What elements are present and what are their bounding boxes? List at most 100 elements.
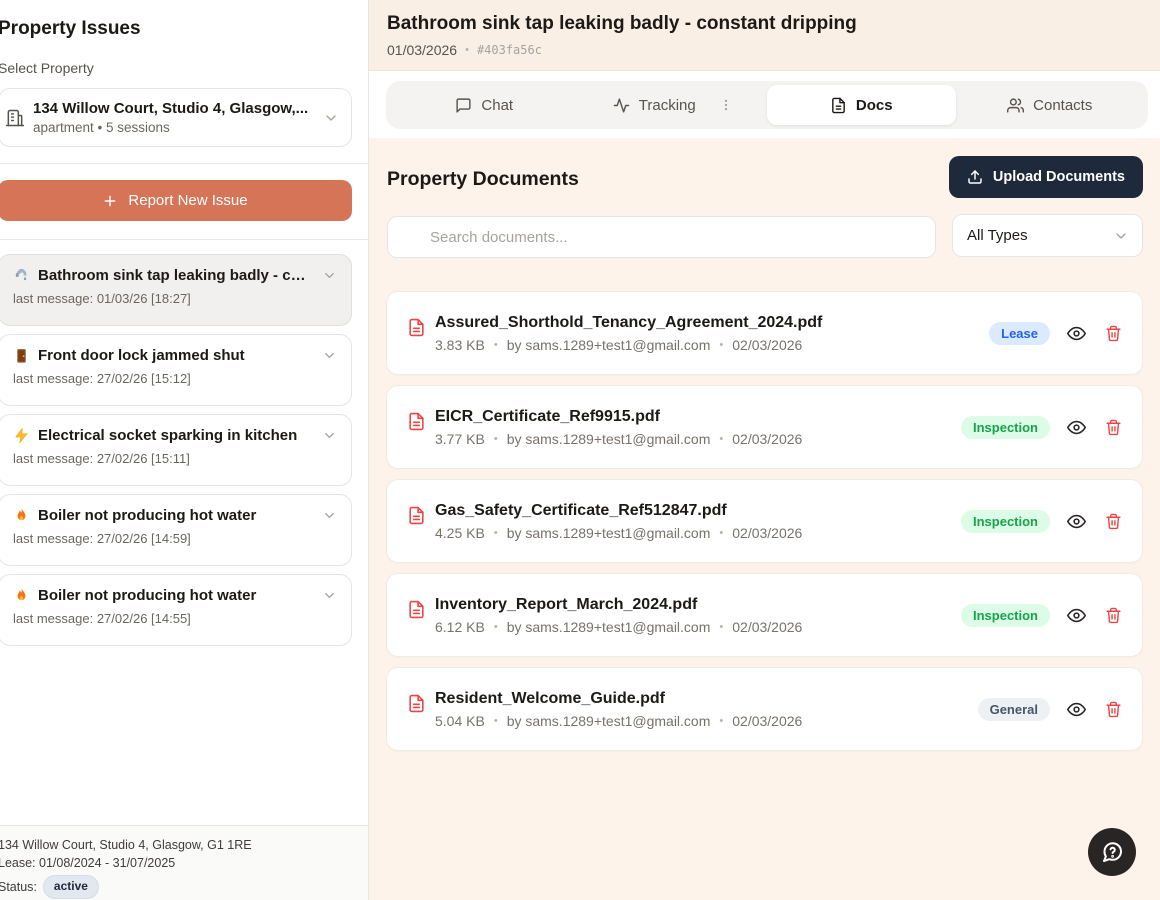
document-type-badge: Inspection	[961, 604, 1050, 627]
issues-sidebar: Property Issues Select Property 134 Will…	[0, 0, 369, 900]
report-new-issue-button[interactable]: Report New Issue	[0, 180, 352, 221]
help-bubble-icon	[1100, 840, 1124, 864]
tab-icon	[455, 97, 472, 114]
property-name: 134 Willow Court, Studio 4, Glasgow,...	[33, 100, 323, 117]
document-date: 02/03/2026	[732, 431, 802, 447]
separator-dot: •	[494, 339, 498, 351]
document-name: EICR_Certificate_Ref9915.pdf	[435, 408, 961, 426]
help-button[interactable]	[1088, 828, 1136, 876]
issue-card[interactable]: Boiler not producing hot water last mess…	[0, 494, 352, 566]
building-icon	[5, 108, 25, 128]
separator-dot: •	[719, 339, 723, 351]
document-meta: 3.77 KB • by sams.1289+test1@gmail.com •…	[435, 431, 961, 447]
document-date: 02/03/2026	[732, 619, 802, 635]
issue-card[interactable]: Bathroom sink tap leaking badly - consta…	[0, 254, 352, 326]
document-date: 02/03/2026	[732, 525, 802, 541]
tab[interactable]: Contacts	[956, 85, 1145, 125]
eye-icon	[1067, 700, 1086, 719]
delete-document-button[interactable]	[1105, 606, 1122, 624]
issue-card[interactable]: Electrical socket sparking in kitchen la…	[0, 414, 352, 486]
document-uploader: by sams.1289+test1@gmail.com	[507, 337, 711, 353]
chevron-down-icon[interactable]	[322, 508, 337, 523]
tab-band: Chat Tracking Docs Contacts	[369, 71, 1160, 138]
view-document-button[interactable]	[1067, 606, 1086, 625]
document-uploader: by sams.1289+test1@gmail.com	[507, 619, 711, 635]
view-document-button[interactable]	[1067, 418, 1086, 437]
chevron-down-icon[interactable]	[322, 588, 337, 603]
issue-title: Front door lock jammed shut	[38, 347, 314, 364]
document-type-badge: Inspection	[961, 510, 1050, 533]
tab-label: Chat	[481, 97, 513, 114]
tab-label: Docs	[856, 97, 893, 114]
document-meta: 5.04 KB • by sams.1289+test1@gmail.com •…	[435, 713, 978, 729]
issue-card[interactable]: Front door lock jammed shut last message…	[0, 334, 352, 406]
more-vertical-icon[interactable]	[719, 98, 733, 112]
view-document-button[interactable]	[1067, 512, 1086, 531]
document-name: Gas_Safety_Certificate_Ref512847.pdf	[435, 502, 961, 520]
document-row[interactable]: Resident_Welcome_Guide.pdf 5.04 KB • by …	[386, 667, 1143, 751]
document-date: 02/03/2026	[732, 713, 802, 729]
footer-address: 134 Willow Court, Studio 4, Glasgow, G1 …	[0, 836, 352, 854]
status-badge: active	[43, 875, 99, 898]
document-date: 02/03/2026	[732, 337, 802, 353]
chevron-down-icon[interactable]	[322, 428, 337, 443]
document-name: Inventory_Report_March_2024.pdf	[435, 596, 961, 614]
separator-dot: •	[719, 715, 723, 727]
tab-icon	[1007, 97, 1024, 114]
separator-dot: •	[494, 527, 498, 539]
pdf-file-icon	[407, 600, 426, 619]
issue-card[interactable]: Boiler not producing hot water last mess…	[0, 574, 352, 646]
document-row[interactable]: Inventory_Report_March_2024.pdf 6.12 KB …	[386, 573, 1143, 657]
document-type-badge: General	[978, 698, 1050, 721]
view-document-button[interactable]	[1067, 700, 1086, 719]
tab[interactable]: Chat	[390, 85, 579, 125]
issue-last-message: last message: 27/02/26 [14:59]	[13, 531, 337, 546]
tab-icon	[830, 97, 847, 114]
document-size: 4.25 KB	[435, 525, 485, 541]
issue-icon	[13, 427, 30, 444]
separator-dot: •	[494, 433, 498, 445]
chevron-down-icon	[323, 110, 339, 126]
document-name: Resident_Welcome_Guide.pdf	[435, 690, 978, 708]
footer-status-label: Status:	[0, 878, 37, 896]
document-uploader: by sams.1289+test1@gmail.com	[507, 431, 711, 447]
issue-last-message: last message: 27/02/26 [15:11]	[13, 451, 337, 466]
issue-icon	[13, 267, 30, 284]
upload-documents-button[interactable]: Upload Documents	[949, 156, 1143, 198]
document-uploader: by sams.1289+test1@gmail.com	[507, 525, 711, 541]
tab-label: Contacts	[1033, 97, 1092, 114]
tab-bar: Chat Tracking Docs Contacts	[386, 81, 1148, 129]
delete-document-button[interactable]	[1105, 700, 1122, 718]
delete-document-button[interactable]	[1105, 324, 1122, 342]
footer-lease: Lease: 01/08/2024 - 31/07/2025	[0, 854, 352, 872]
tab[interactable]: Tracking	[579, 85, 768, 125]
pdf-file-icon	[407, 412, 426, 431]
chevron-down-icon[interactable]	[322, 268, 337, 283]
search-documents-input[interactable]	[387, 216, 936, 258]
document-meta: 4.25 KB • by sams.1289+test1@gmail.com •…	[435, 525, 961, 541]
document-row[interactable]: EICR_Certificate_Ref9915.pdf 3.77 KB • b…	[386, 385, 1143, 469]
separator-dot: •	[465, 44, 469, 56]
report-new-issue-label: Report New Issue	[128, 192, 247, 209]
tab-label: Tracking	[639, 97, 696, 114]
document-type-badge: Lease	[989, 322, 1050, 345]
issue-last-message: last message: 27/02/26 [14:55]	[13, 611, 337, 626]
document-row[interactable]: Assured_Shorthold_Tenancy_Agreement_2024…	[386, 291, 1143, 375]
property-selector[interactable]: 134 Willow Court, Studio 4, Glasgow,... …	[0, 88, 352, 147]
eye-icon	[1067, 606, 1086, 625]
upload-documents-label: Upload Documents	[993, 169, 1125, 185]
document-name: Assured_Shorthold_Tenancy_Agreement_2024…	[435, 314, 989, 332]
separator-dot: •	[719, 527, 723, 539]
tab[interactable]: Docs	[767, 85, 956, 125]
document-row[interactable]: Gas_Safety_Certificate_Ref512847.pdf 4.2…	[386, 479, 1143, 563]
delete-document-button[interactable]	[1105, 512, 1122, 530]
delete-document-button[interactable]	[1105, 418, 1122, 436]
eye-icon	[1067, 324, 1086, 343]
eye-icon	[1067, 512, 1086, 531]
chevron-down-icon[interactable]	[322, 348, 337, 363]
issue-last-message: last message: 01/03/26 [18:27]	[13, 291, 337, 306]
view-document-button[interactable]	[1067, 324, 1086, 343]
sidebar-title: Property Issues	[0, 18, 352, 40]
document-list: Assured_Shorthold_Tenancy_Agreement_2024…	[386, 291, 1143, 751]
document-type-filter[interactable]: All Types	[952, 214, 1143, 257]
